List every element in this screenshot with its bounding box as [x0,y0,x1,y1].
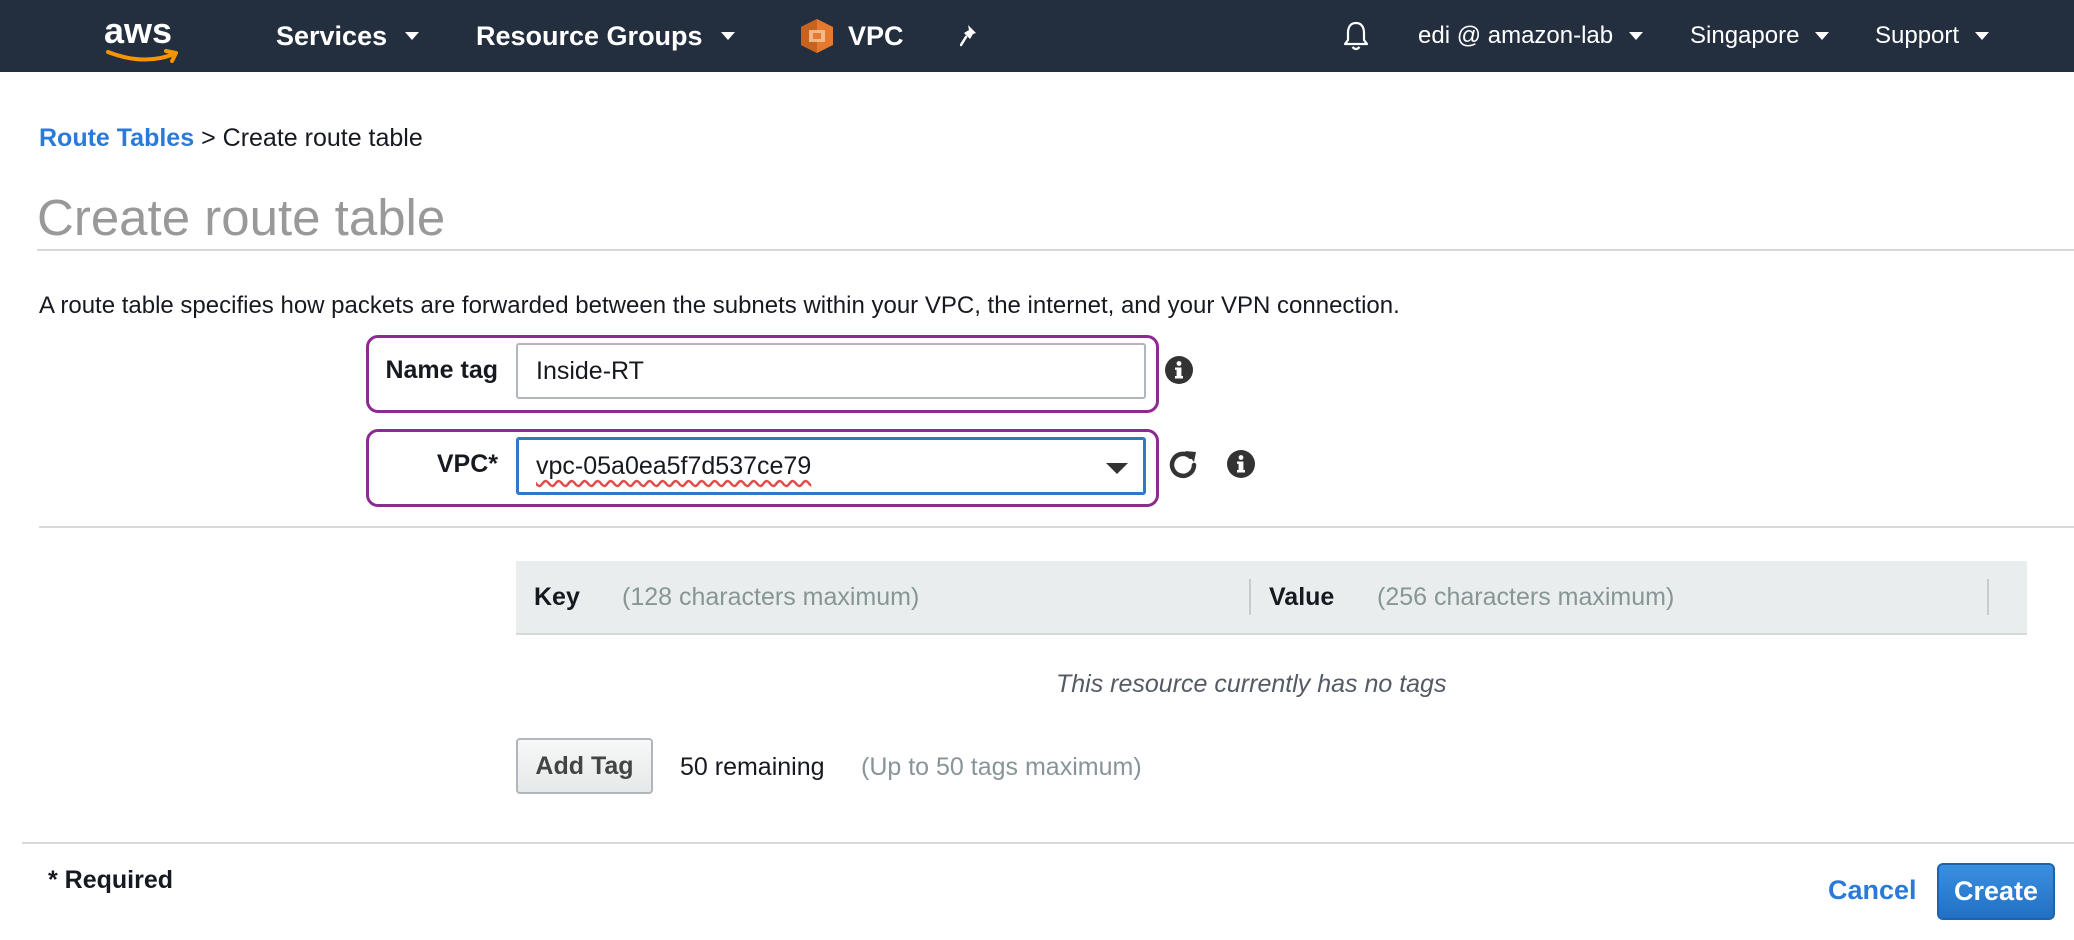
info-icon [1227,450,1255,478]
footer-divider [22,842,2074,844]
page-title: Create route table [37,189,446,246]
name-tag-info-button[interactable] [1162,353,1196,387]
support-menu[interactable]: Support [1875,0,1990,72]
aws-smile-icon [106,49,178,63]
name-tag-label: Name tag [385,356,498,384]
vpc-icon [801,19,833,53]
bell-icon [1343,21,1369,51]
services-label: Services [276,20,388,51]
breadcrumb-current: Create route table [222,124,423,152]
pin-icon [960,25,976,47]
account-menu[interactable]: edi @ amazon-lab [1418,0,1644,72]
caret-down-icon [1815,32,1830,40]
tags-value-header: Value [1269,583,1335,611]
no-tags-message: This resource currently has no tags [1056,670,1447,698]
vpc-service-shortcut[interactable]: VPC [800,0,904,72]
name-tag-input[interactable] [516,343,1146,399]
vpc-select-value: vpc-05a0ea5f7d537ce79 [536,451,812,480]
services-menu[interactable]: Services [276,0,420,72]
caret-down-icon [720,32,735,40]
notifications-button[interactable] [1342,0,1370,72]
tags-key-header: Key [534,583,580,611]
tags-remaining-count: 50 remaining [680,753,825,781]
region-menu[interactable]: Singapore [1690,0,1830,72]
vpc-info-button[interactable] [1224,447,1258,481]
caret-down-icon [1975,32,1990,40]
breadcrumb-separator: > [201,124,216,152]
breadcrumb: Route Tables > Create route table [39,124,423,153]
form-divider [39,526,2074,528]
pin-button[interactable] [960,0,982,72]
required-note: * Required [48,866,174,894]
resource-groups-label: Resource Groups [476,20,703,51]
title-divider [37,249,2074,251]
cancel-button[interactable]: Cancel [1828,875,1917,906]
tags-value-hint: (256 characters maximum) [1377,583,1675,611]
tags-table-header: Key (128 characters maximum) Value (256 … [516,561,2027,635]
column-resize-handle[interactable] [1987,579,1989,615]
column-resize-handle[interactable] [1249,579,1251,615]
info-icon [1165,356,1193,384]
caret-down-icon [1629,32,1644,40]
top-navigation-bar: aws Services Resource Groups VPC edi @ a… [0,0,2074,72]
caret-down-icon [405,32,420,40]
caret-down-icon [1106,463,1128,474]
resource-groups-menu[interactable]: Resource Groups [476,0,735,72]
region-label: Singapore [1690,22,1800,49]
aws-logo[interactable]: aws [104,10,184,63]
support-label: Support [1875,22,1960,49]
create-button[interactable]: Create [1937,863,2055,920]
add-tag-button[interactable]: Add Tag [516,738,653,794]
vpc-label: VPC [848,20,904,51]
vpc-label: VPC* [436,450,498,478]
account-label: edi @ amazon-lab [1418,22,1614,49]
refresh-icon [1169,451,1197,479]
page-description: A route table specifies how packets are … [39,292,1400,319]
tags-key-hint: (128 characters maximum) [622,583,920,611]
breadcrumb-route-tables-link[interactable]: Route Tables [39,124,194,152]
tags-max-note: (Up to 50 tags maximum) [861,753,1142,781]
vpc-select[interactable]: vpc-05a0ea5f7d537ce79 [516,437,1146,495]
aws-logo-text: aws [104,10,173,51]
refresh-vpc-button[interactable] [1164,446,1202,484]
